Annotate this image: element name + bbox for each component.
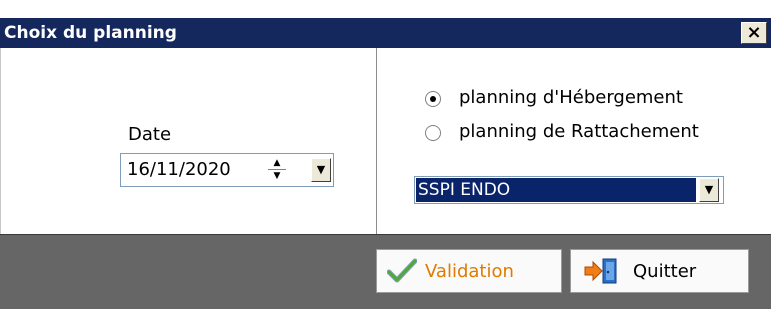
title-bar: Choix du planning ×: [0, 18, 771, 48]
planning-dialog: Choix du planning × Date 16/11/2020 ▲ ▼ …: [0, 0, 771, 309]
radio-selected-dot: [430, 96, 436, 102]
validation-button-label: Validation: [425, 261, 514, 282]
close-button[interactable]: ×: [741, 22, 767, 44]
quit-button-label: Quitter: [633, 261, 697, 282]
chevron-down-icon: ▼: [316, 163, 326, 176]
chevron-down-icon: ▼: [704, 183, 714, 196]
validation-button[interactable]: Validation: [376, 249, 562, 293]
button-bar: Validation Quitter: [0, 234, 771, 309]
date-dropdown-button[interactable]: ▼: [311, 158, 331, 182]
radio-hebergement[interactable]: [425, 91, 441, 107]
panel-divider: [376, 48, 377, 234]
checkmark-icon: [387, 258, 417, 283]
date-spinner[interactable]: ▲ ▼: [266, 157, 288, 183]
dialog-title: Choix du planning: [4, 23, 177, 43]
left-edge: [0, 48, 1, 234]
date-picker[interactable]: 16/11/2020 ▲ ▼ ▼: [120, 153, 334, 187]
exit-door-icon: [584, 258, 617, 284]
unit-select[interactable]: SSPI ENDO ▼: [414, 176, 724, 204]
unit-select-value-highlight: SSPI ENDO: [416, 178, 696, 202]
unit-select-dropdown-button[interactable]: ▼: [699, 178, 719, 202]
radio-rattachement[interactable]: [425, 125, 441, 141]
spin-down-icon[interactable]: ▼: [266, 170, 288, 183]
quit-button[interactable]: Quitter: [570, 249, 749, 293]
radio-rattachement-label[interactable]: planning de Rattachement: [459, 121, 699, 142]
unit-select-value: SSPI ENDO: [418, 180, 511, 200]
close-icon: ×: [746, 22, 762, 43]
date-field[interactable]: 16/11/2020: [127, 159, 231, 180]
radio-hebergement-label[interactable]: planning d'Hébergement: [459, 87, 683, 108]
date-label: Date: [128, 124, 172, 145]
